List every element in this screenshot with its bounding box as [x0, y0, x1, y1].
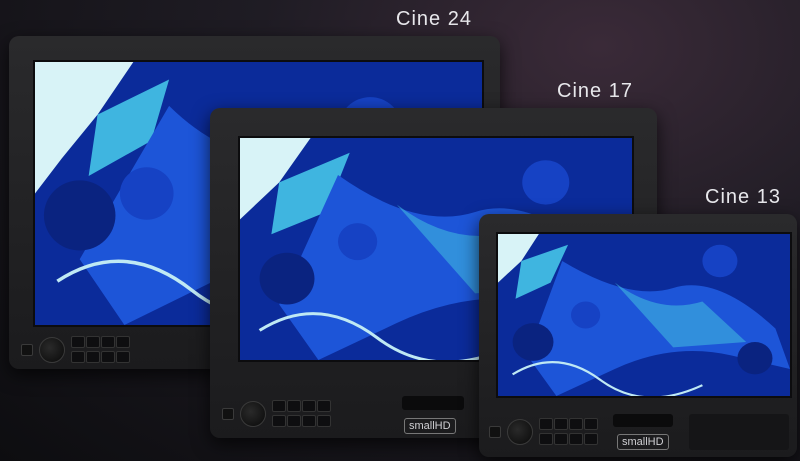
func-button[interactable] [317, 415, 331, 427]
func-button[interactable] [101, 336, 115, 348]
func-button[interactable] [71, 351, 85, 363]
power-button[interactable] [21, 343, 33, 356]
media-slot [613, 414, 673, 427]
cine13-monitor: smallHD [479, 214, 797, 457]
cine13-label: Cine 13 [705, 186, 781, 208]
func-button[interactable] [86, 336, 100, 348]
brand-logo: smallHD [404, 418, 456, 434]
cine24-controls [21, 336, 130, 363]
button-grid [539, 418, 598, 445]
func-button[interactable] [539, 418, 553, 430]
button-grid [71, 336, 130, 363]
func-button[interactable] [287, 400, 301, 412]
func-button[interactable] [116, 336, 130, 348]
brand-logo: smallHD [617, 434, 669, 450]
jog-dial[interactable] [39, 336, 65, 363]
power-button[interactable] [489, 425, 501, 438]
func-button[interactable] [317, 400, 331, 412]
cine17-controls [222, 400, 331, 427]
jog-dial[interactable] [507, 418, 533, 445]
power-button[interactable] [222, 407, 234, 420]
func-button[interactable] [302, 400, 316, 412]
cine13-controls [489, 418, 598, 445]
cine24-label: Cine 24 [396, 8, 472, 30]
func-button[interactable] [116, 351, 130, 363]
side-panel [689, 414, 789, 450]
func-button[interactable] [86, 351, 100, 363]
func-button[interactable] [302, 415, 316, 427]
func-button[interactable] [569, 418, 583, 430]
func-button[interactable] [539, 433, 553, 445]
func-button[interactable] [554, 418, 568, 430]
func-button[interactable] [554, 433, 568, 445]
func-button[interactable] [569, 433, 583, 445]
cine17-label: Cine 17 [557, 80, 633, 102]
func-button[interactable] [272, 415, 286, 427]
jog-dial[interactable] [240, 400, 266, 427]
func-button[interactable] [101, 351, 115, 363]
func-button[interactable] [584, 418, 598, 430]
histology-image [498, 234, 790, 396]
func-button[interactable] [71, 336, 85, 348]
func-button[interactable] [287, 415, 301, 427]
cine13-screen [496, 232, 792, 398]
button-grid [272, 400, 331, 427]
func-button[interactable] [272, 400, 286, 412]
func-button[interactable] [584, 433, 598, 445]
media-slot [402, 396, 464, 410]
